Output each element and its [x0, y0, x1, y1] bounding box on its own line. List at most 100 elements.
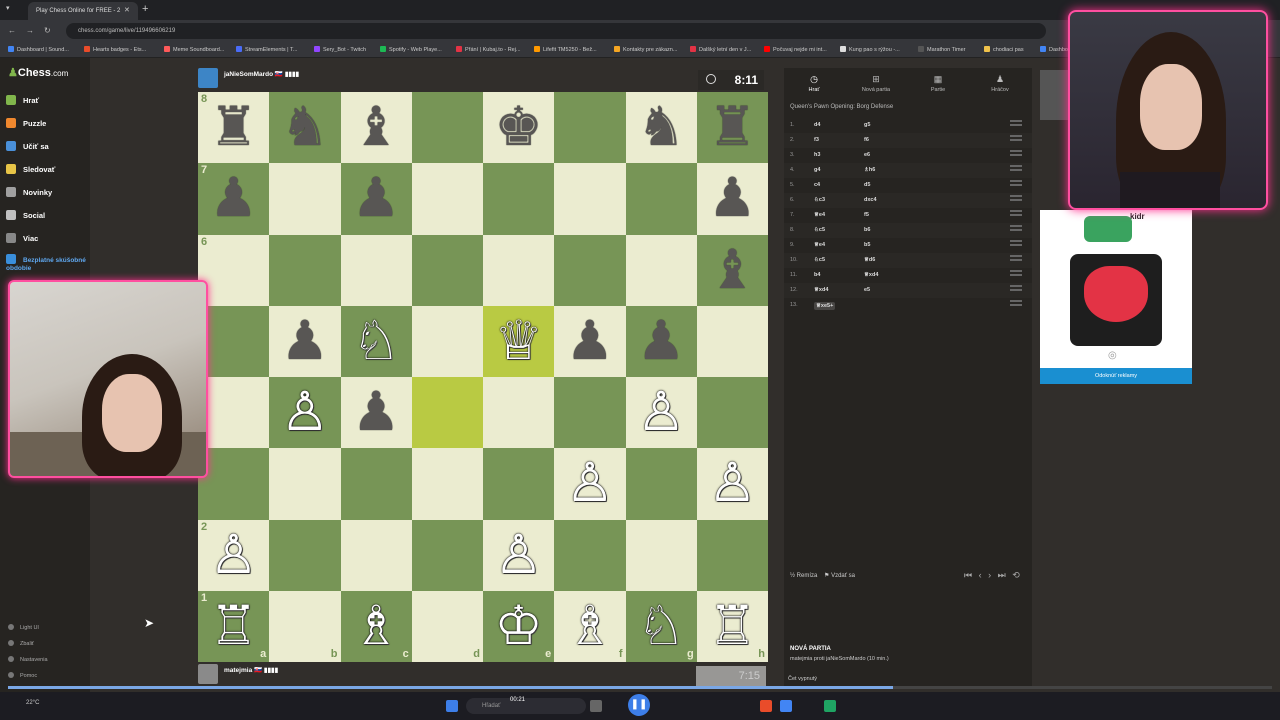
bookmark-item[interactable]: chodiaci pas: [984, 46, 1024, 53]
move-navigation[interactable]: ⏮ ‹ › ⏭ ⟲: [964, 570, 1022, 581]
square-e4[interactable]: [483, 377, 555, 449]
black-move[interactable]: d5: [864, 182, 870, 188]
sidebar-item[interactable]: Hrať: [6, 95, 39, 105]
square-g8[interactable]: ♞: [625, 92, 697, 164]
resign-button[interactable]: ⚑ Vzdať sa: [824, 573, 855, 579]
browser-icon[interactable]: [780, 700, 792, 712]
square-h4[interactable]: [696, 377, 768, 449]
chess-board[interactable]: 8 ♜ ♞ ♝ ♚ ♞ ♜ 7 ♟ ♟ ♟ 6 ♝ ♟ ♘ ♕ ♟ ♟ ♙ ♟ ♙ ♙ ♙ 2 ♙ ♙ 1 a ♖ b c ♗ d e ♔ f ♗ g ♘ h…: [198, 92, 768, 662]
square-g6[interactable]: [625, 234, 697, 306]
square-b8[interactable]: ♞: [269, 92, 341, 164]
black-bishop[interactable]: ♝: [352, 97, 400, 157]
new-tab-icon[interactable]: +: [142, 3, 148, 15]
black-move[interactable]: b5: [864, 242, 870, 248]
sidebar-item[interactable]: Puzzle: [6, 118, 46, 128]
white-move[interactable]: g4: [814, 167, 820, 173]
white-bishop[interactable]: ♗: [566, 596, 614, 656]
bookmark-item[interactable]: Přání | Kubaj.to - Rej...: [456, 46, 521, 53]
square-d3[interactable]: [411, 448, 483, 520]
browser-tab[interactable]: Play Chess Online for FREE - 2: [28, 2, 138, 20]
square-b5[interactable]: ♟: [269, 305, 341, 377]
black-move[interactable]: e6: [864, 152, 870, 158]
square-f5[interactable]: ♟: [554, 305, 626, 377]
black-pawn[interactable]: ♟: [708, 168, 756, 228]
bookmark-item[interactable]: Dalšký letní den v J...: [690, 46, 751, 53]
square-g7[interactable]: [625, 163, 697, 235]
square-g2[interactable]: [625, 519, 697, 591]
bookmark-item[interactable]: Dashboard | Sound...: [8, 46, 69, 53]
square-f1[interactable]: f ♗: [554, 590, 626, 662]
white-pawn[interactable]: ♙: [637, 382, 685, 442]
black-move[interactable]: b6: [864, 227, 870, 233]
opponent-name[interactable]: jaNieSomMardo 🇸🇰 ▮▮▮▮: [224, 70, 299, 78]
app-icon[interactable]: [824, 700, 836, 712]
sidebar-footer-item[interactable]: Nastavenia: [8, 656, 48, 663]
bookmark-item[interactable]: StreamElements | T...: [236, 46, 297, 53]
square-a2[interactable]: 2 ♙: [198, 519, 270, 591]
square-e5[interactable]: ♕: [483, 305, 555, 377]
sidebar-item[interactable]: Social: [6, 210, 45, 220]
square-d6[interactable]: [411, 234, 483, 306]
forward-icon[interactable]: →: [26, 26, 34, 35]
bookmark-item[interactable]: Hearts badges - Ets...: [84, 46, 146, 53]
bookmark-item[interactable]: Sery_Bot - Twitch: [314, 46, 366, 53]
square-g5[interactable]: ♟: [625, 305, 697, 377]
white-move[interactable]: f3: [814, 137, 819, 143]
white-move[interactable]: ♕xe5+: [814, 302, 836, 310]
square-a8[interactable]: 8 ♜: [198, 92, 270, 164]
square-c6[interactable]: [340, 234, 412, 306]
white-move[interactable]: ♕e4: [814, 212, 825, 218]
white-move[interactable]: h3: [814, 152, 820, 158]
panel-tab[interactable]: ◷ Hrať: [784, 74, 844, 93]
black-bishop[interactable]: ♝: [708, 240, 756, 300]
bookmark-item[interactable]: Dashboa: [1040, 46, 1071, 53]
chess-logo[interactable]: ♟Chess.com: [8, 66, 68, 79]
square-f6[interactable]: [554, 234, 626, 306]
bookmark-item[interactable]: Kung pao s rýžou -...: [840, 46, 900, 53]
square-c5[interactable]: ♘: [340, 305, 412, 377]
square-b7[interactable]: [269, 163, 341, 235]
sidebar-item[interactable]: Bezplatné skúšobné obdobie: [6, 254, 86, 273]
black-pawn[interactable]: ♟: [566, 311, 614, 371]
white-rook[interactable]: ♖: [209, 596, 257, 656]
square-h5[interactable]: [696, 305, 768, 377]
black-king[interactable]: ♚: [494, 97, 542, 157]
square-h8[interactable]: ♜: [696, 92, 768, 164]
player-avatar[interactable]: [198, 664, 218, 684]
sidebar-item[interactable]: Učiť sa: [6, 141, 49, 151]
sidebar-item[interactable]: Novinky: [6, 187, 52, 197]
ad-banner[interactable]: kidr ◎ Odoknúť reklamy: [1040, 210, 1192, 384]
panel-tab[interactable]: ⊞ Nová partia: [846, 74, 906, 93]
square-a6[interactable]: 6: [198, 234, 270, 306]
sidebar-footer-item[interactable]: Light UI: [8, 624, 39, 631]
square-d8[interactable]: [411, 92, 483, 164]
black-move[interactable]: ♕d6: [864, 257, 875, 263]
black-move[interactable]: f5: [864, 212, 869, 218]
tab-menu-icon[interactable]: ▾: [6, 4, 10, 12]
square-c2[interactable]: [340, 519, 412, 591]
white-bishop[interactable]: ♗: [352, 596, 400, 656]
black-pawn[interactable]: ♟: [281, 311, 329, 371]
black-move[interactable]: ♕xd4: [864, 272, 878, 278]
pause-button[interactable]: ❚❚: [628, 694, 650, 716]
square-f3[interactable]: ♙: [554, 448, 626, 520]
square-c7[interactable]: ♟: [340, 163, 412, 235]
square-b6[interactable]: [269, 234, 341, 306]
sidebar-item[interactable]: Viac: [6, 233, 38, 243]
video-progress-bar[interactable]: [8, 686, 1272, 689]
square-f7[interactable]: [554, 163, 626, 235]
app-icon[interactable]: [760, 700, 772, 712]
square-e2[interactable]: ♙: [483, 519, 555, 591]
bookmark-item[interactable]: Lifefit TM5250 - Bež...: [534, 46, 597, 53]
square-e6[interactable]: [483, 234, 555, 306]
panel-tab[interactable]: ♟ Hráčov: [970, 74, 1030, 93]
bookmark-item[interactable]: Marathon Timer: [918, 46, 966, 53]
square-h7[interactable]: ♟: [696, 163, 768, 235]
square-g1[interactable]: g ♘: [625, 590, 697, 662]
square-d5[interactable]: [411, 305, 483, 377]
panel-tab[interactable]: ▦ Partie: [908, 74, 968, 93]
white-rook[interactable]: ♖: [708, 596, 756, 656]
square-b2[interactable]: [269, 519, 341, 591]
opponent-avatar[interactable]: [198, 68, 218, 88]
square-d1[interactable]: d: [411, 590, 483, 662]
